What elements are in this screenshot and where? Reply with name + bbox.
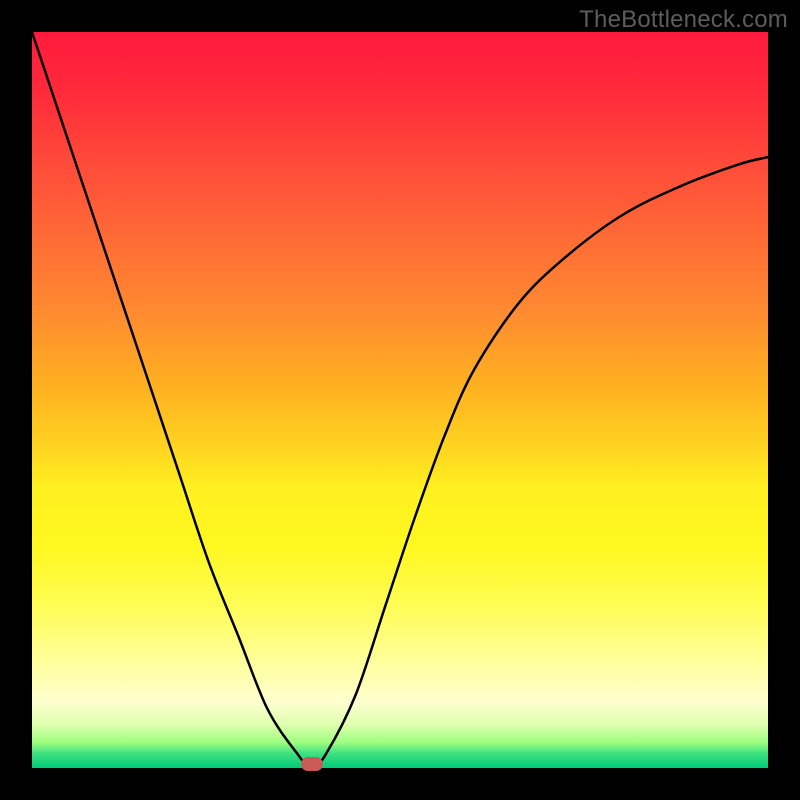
minimum-marker [301,757,323,771]
chart-plot-area [32,32,768,768]
bottleneck-curve [32,32,768,768]
watermark-text: TheBottleneck.com [579,6,788,34]
